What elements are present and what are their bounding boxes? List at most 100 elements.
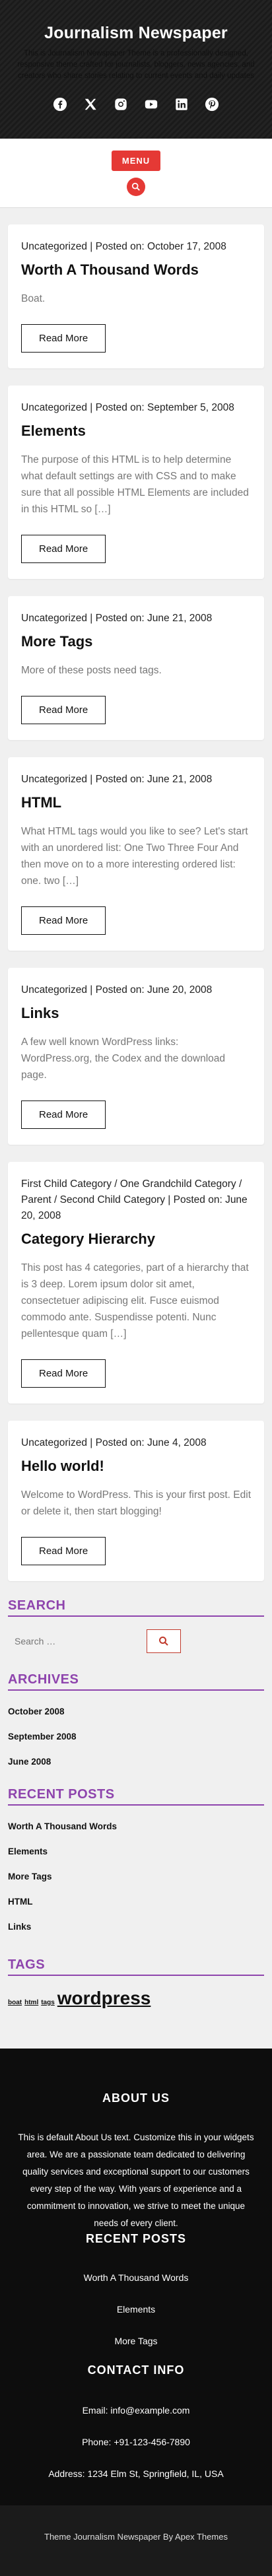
archives-widget-title: ARCHIVES [8, 1672, 264, 1691]
instagram-icon[interactable] [113, 96, 129, 112]
post-meta: Uncategorized | Posted on: June 21, 2008 [21, 774, 213, 785]
about-us-text: This is default About Us text. Customize… [18, 2132, 254, 2228]
site-tagline: This is Journalism Newspaper Theme is a … [17, 50, 255, 80]
post-excerpt: Boat. [21, 293, 46, 304]
post-meta: Uncategorized | Posted on: June 4, 2008 [21, 1437, 207, 1448]
copyright-text: Theme Journalism Newspaper By Apex Theme… [0, 2505, 272, 2576]
facebook-icon[interactable] [52, 96, 68, 112]
recent-post-link[interactable]: More Tags [8, 1870, 264, 1883]
recent-post-link[interactable]: Worth A Thousand Words [8, 1820, 264, 1833]
post-title[interactable]: Hello world! [21, 1458, 251, 1475]
read-more-button[interactable]: Read More [21, 696, 106, 724]
read-more-button[interactable]: Read More [21, 1359, 106, 1388]
post-card: Uncategorized | Posted on: June 21, 2008… [8, 596, 264, 740]
read-more-button[interactable]: Read More [21, 535, 106, 563]
post-excerpt: This post has 4 categories, part of a hi… [21, 1262, 249, 1339]
tag-link[interactable]: wordpress [57, 1988, 151, 2009]
contact-info-title: CONTACT INFO [87, 2363, 185, 2377]
posted-label: Posted on: [95, 613, 145, 624]
tags-widget-title: TAGS [8, 1957, 264, 1976]
search-icon [131, 182, 140, 191]
tag-cloud: boat html tags wordpress [8, 1988, 264, 2049]
contact-info-list: Email: info@example.com Phone: +91-123-4… [15, 2405, 257, 2479]
post-date[interactable]: October 17, 2008 [147, 241, 226, 252]
footer-recent-posts-title: RECENT POSTS [85, 2232, 187, 2245]
posted-label: Posted on: [95, 402, 145, 413]
recent-posts-widget-title: RECENT POSTS [8, 1787, 264, 1806]
post-excerpt: The purpose of this HTML is to help dete… [21, 454, 249, 515]
footer-recent-post-link[interactable]: Elements [15, 2304, 257, 2315]
post-date[interactable]: June 20, 2008 [147, 984, 212, 996]
contact-phone[interactable]: Phone: +91-123-456-7890 [15, 2437, 257, 2447]
post-card: Uncategorized | Posted on: June 4, 2008 … [8, 1421, 264, 1581]
post-excerpt: Welcome to WordPress. This is your first… [21, 1489, 252, 1517]
contact-email[interactable]: Email: info@example.com [15, 2405, 257, 2416]
post-categories[interactable]: Uncategorized [21, 1437, 87, 1448]
post-title[interactable]: HTML [21, 794, 251, 811]
post-date[interactable]: September 5, 2008 [147, 402, 234, 413]
footer-recent-post-link[interactable]: More Tags [15, 2336, 257, 2346]
sidebar: SEARCH ARCHIVES October 2008 September 2… [0, 1598, 272, 2049]
recent-post-link[interactable]: Links [8, 1920, 264, 1934]
search-submit-button[interactable] [147, 1629, 181, 1653]
footer-recent-posts-list: Worth A Thousand Words Elements More Tag… [15, 2272, 257, 2346]
tag-link[interactable]: html [24, 1999, 38, 2006]
social-links [0, 96, 272, 112]
post-title[interactable]: More Tags [21, 633, 251, 650]
post-meta: Uncategorized | Posted on: June 21, 2008 [21, 613, 213, 624]
recent-post-link[interactable]: Elements [8, 1845, 264, 1858]
post-title[interactable]: Category Hierarchy [21, 1231, 251, 1248]
archive-link[interactable]: June 2008 [8, 1755, 264, 1769]
post-categories[interactable]: Uncategorized [21, 984, 87, 996]
site-header: Journalism Newspaper This is Journalism … [0, 0, 272, 139]
youtube-icon[interactable] [143, 96, 159, 112]
posted-label: Posted on: [95, 241, 145, 252]
post-categories[interactable]: Uncategorized [21, 774, 87, 785]
post-categories[interactable]: Uncategorized [21, 613, 87, 624]
site-footer: ABOUT US This is default About Us text. … [0, 2049, 272, 2576]
post-categories[interactable]: Uncategorized [21, 241, 87, 252]
post-title[interactable]: Links [21, 1005, 251, 1022]
post-date[interactable]: June 4, 2008 [147, 1437, 207, 1448]
posted-label: Posted on: [95, 1437, 145, 1448]
archive-link[interactable]: September 2008 [8, 1730, 264, 1744]
post-card: First Child Category / One Grandchild Ca… [8, 1162, 264, 1404]
search-form [8, 1629, 264, 1654]
read-more-button[interactable]: Read More [21, 324, 106, 353]
post-date[interactable]: June 21, 2008 [147, 774, 212, 785]
pinterest-icon[interactable] [204, 96, 220, 112]
post-title[interactable]: Elements [21, 423, 251, 440]
linkedin-icon[interactable] [174, 96, 189, 112]
post-list: Uncategorized | Posted on: October 17, 2… [0, 208, 272, 1581]
post-meta: Uncategorized | Posted on: September 5, … [21, 402, 234, 413]
search-input[interactable] [8, 1629, 140, 1654]
read-more-button[interactable]: Read More [21, 1537, 106, 1565]
contact-address: Address: 1234 Elm St, Springfield, IL, U… [48, 2468, 224, 2479]
tag-link[interactable]: boat [8, 1999, 22, 2006]
recent-posts-list: Worth A Thousand Words Elements More Tag… [8, 1820, 264, 1934]
footer-recent-post-link[interactable]: Worth A Thousand Words [15, 2272, 257, 2283]
post-meta: Uncategorized | Posted on: June 20, 2008 [21, 984, 213, 996]
search-toggle-button[interactable] [127, 178, 145, 196]
post-card: Uncategorized | Posted on: October 17, 2… [8, 224, 264, 368]
post-card: Uncategorized | Posted on: September 5, … [8, 386, 264, 579]
post-date[interactable]: June 21, 2008 [147, 613, 212, 624]
post-categories[interactable]: Uncategorized [21, 402, 87, 413]
recent-post-link[interactable]: HTML [8, 1895, 264, 1909]
post-meta: Uncategorized | Posted on: October 17, 2… [21, 241, 226, 252]
x-twitter-icon[interactable] [83, 96, 98, 112]
read-more-button[interactable]: Read More [21, 906, 106, 935]
post-excerpt: A few well known WordPress links: WordPr… [21, 1036, 226, 1081]
read-more-button[interactable]: Read More [21, 1101, 106, 1129]
tag-link[interactable]: tags [41, 1999, 55, 2006]
menu-button[interactable]: MENU [111, 151, 161, 171]
search-icon [159, 1637, 168, 1646]
post-card: Uncategorized | Posted on: June 21, 2008… [8, 757, 264, 951]
site-title[interactable]: Journalism Newspaper [0, 24, 272, 43]
post-title[interactable]: Worth A Thousand Words [21, 261, 251, 279]
search-widget-title: SEARCH [8, 1598, 264, 1617]
posted-label: Posted on: [173, 1194, 222, 1205]
archive-link[interactable]: October 2008 [8, 1705, 264, 1718]
post-excerpt: What HTML tags would you like to see? Le… [21, 826, 248, 887]
posted-label: Posted on: [95, 984, 145, 996]
